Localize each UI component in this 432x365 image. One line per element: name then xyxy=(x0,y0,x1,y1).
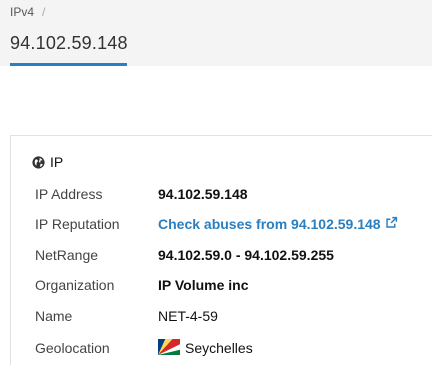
active-tab-underline xyxy=(10,63,127,66)
page-title: 94.102.59.148 xyxy=(10,33,128,53)
seychelles-flag-icon xyxy=(158,338,180,358)
row-netrange: NetRange 94.102.59.0 - 94.102.59.255 xyxy=(35,245,334,265)
ip-address-value: 94.102.59.148 xyxy=(158,186,248,202)
netrange-label: NetRange xyxy=(35,247,99,263)
check-abuses-link[interactable]: Check abuses from 94.102.59.148 xyxy=(158,216,398,232)
ip-address-label: IP Address xyxy=(35,186,103,202)
page-header: IPv4 / 94.102.59.148 xyxy=(0,0,432,66)
organization-label: Organization xyxy=(35,277,115,293)
row-organization: Organization IP Volume inc xyxy=(35,275,249,295)
section-heading: IP xyxy=(32,154,63,170)
name-value: NET-4-59 xyxy=(158,308,218,324)
breadcrumb: IPv4 / xyxy=(10,5,45,19)
breadcrumb-item-ipv4[interactable]: IPv4 xyxy=(10,5,34,19)
section-title: IP xyxy=(50,154,64,170)
name-label: Name xyxy=(35,308,73,324)
breadcrumb-separator: / xyxy=(42,5,46,19)
ip-reputation-label: IP Reputation xyxy=(35,216,120,232)
row-name: Name NET-4-59 xyxy=(35,306,218,326)
row-geolocation: Geolocation Seychelles xyxy=(35,338,253,358)
netrange-value: 94.102.59.0 - 94.102.59.255 xyxy=(158,247,334,263)
row-ip-address: IP Address 94.102.59.148 xyxy=(35,184,248,204)
globe-icon xyxy=(32,155,45,169)
geolocation-country: Seychelles xyxy=(185,340,253,356)
geolocation-value: Seychelles xyxy=(158,338,253,358)
geolocation-label: Geolocation xyxy=(35,340,110,356)
ip-info-card: IP IP Address 94.102.59.148 IP Reputatio… xyxy=(10,135,432,365)
organization-value: IP Volume inc xyxy=(158,277,249,293)
check-abuses-link-text[interactable]: Check abuses from 94.102.59.148 xyxy=(158,216,381,232)
row-ip-reputation: IP Reputation Check abuses from 94.102.5… xyxy=(35,214,398,234)
external-link-icon[interactable] xyxy=(385,216,398,232)
page: IPv4 / 94.102.59.148 IP IP Address 94.102… xyxy=(0,0,432,365)
